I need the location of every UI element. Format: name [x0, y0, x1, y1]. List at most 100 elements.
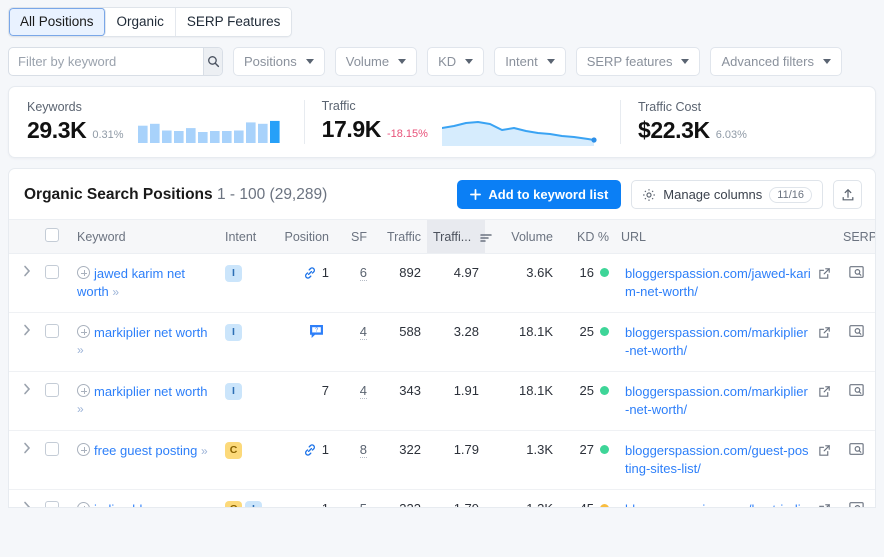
cell-sf[interactable]: 6 [335, 254, 373, 313]
row-select[interactable] [39, 490, 71, 509]
row-expander[interactable] [9, 254, 39, 313]
cell-sf[interactable]: 5 [335, 490, 373, 509]
cell-keyword[interactable]: jawed karim net worth » [71, 254, 219, 313]
row-checkbox[interactable] [45, 324, 59, 338]
col-volume[interactable]: Volume [485, 220, 559, 254]
sf-value[interactable]: 6 [360, 265, 367, 281]
col-traffic-percent[interactable]: Traffi... [427, 220, 485, 254]
double-chevron-icon[interactable]: » [186, 503, 192, 508]
serp-preview-icon[interactable] [849, 324, 876, 338]
table-row[interactable]: jawed karim net worth »I168924.973.6K16b… [9, 254, 876, 313]
serp-preview-icon[interactable] [849, 383, 876, 397]
row-expander[interactable] [9, 313, 39, 372]
col-serp[interactable]: SERP [837, 220, 876, 254]
cell-url[interactable]: bloggerspassion.com/guest-posting-sites-… [615, 431, 837, 490]
keyword-link[interactable]: indian bloggers [94, 502, 182, 508]
link-icon[interactable] [303, 443, 317, 457]
row-select[interactable] [39, 372, 71, 431]
keyword-link[interactable]: jawed karim net worth [77, 266, 185, 299]
filter-intent[interactable]: Intent [494, 47, 566, 76]
cell-keyword[interactable]: markiplier net worth » [71, 372, 219, 431]
filter-positions[interactable]: Positions [233, 47, 325, 76]
cell-serp[interactable] [837, 372, 876, 431]
double-chevron-icon[interactable]: » [77, 402, 83, 416]
row-select[interactable] [39, 254, 71, 313]
filter-advanced[interactable]: Advanced filters [710, 47, 842, 76]
url-link[interactable]: bloggerspassion.com/jawed-karim-net-wort… [625, 265, 812, 301]
col-intent[interactable]: Intent [219, 220, 275, 254]
external-link-icon[interactable] [818, 444, 831, 457]
url-link[interactable]: bloggerspassion.com/guest-posting-sites-… [625, 442, 812, 478]
row-checkbox[interactable] [45, 265, 59, 279]
col-position[interactable]: Position [275, 220, 335, 254]
row-expander[interactable] [9, 490, 39, 509]
row-expander[interactable] [9, 372, 39, 431]
col-url[interactable]: URL [615, 220, 837, 254]
cell-keyword[interactable]: free guest posting » [71, 431, 219, 490]
cell-serp[interactable] [837, 254, 876, 313]
plus-circle-icon[interactable] [77, 325, 90, 338]
col-traffic[interactable]: Traffic [373, 220, 427, 254]
select-all-checkbox[interactable] [45, 228, 59, 242]
intent-badge-c[interactable]: C [225, 501, 242, 508]
col-kd[interactable]: KD % [559, 220, 615, 254]
intent-badge-c[interactable]: C [225, 442, 242, 459]
plus-circle-icon[interactable] [77, 443, 90, 456]
cell-serp[interactable] [837, 313, 876, 372]
cell-url[interactable]: bloggerspassion.com/markiplier-net-worth… [615, 313, 837, 372]
serp-preview-icon[interactable] [849, 442, 876, 456]
search-icon[interactable] [203, 48, 222, 75]
cell-url[interactable]: bloggerspassion.com/markiplier-net-worth… [615, 372, 837, 431]
row-select[interactable] [39, 431, 71, 490]
external-link-icon[interactable] [818, 503, 831, 508]
intent-badge-i[interactable]: I [245, 501, 262, 508]
table-row[interactable]: markiplier net worth »I?45883.2818.1K25b… [9, 313, 876, 372]
sf-value[interactable]: 5 [360, 501, 367, 508]
tab-organic[interactable]: Organic [106, 8, 176, 36]
external-link-icon[interactable] [818, 326, 831, 339]
double-chevron-icon[interactable]: » [112, 285, 118, 299]
filter-serp-features[interactable]: SERP features [576, 47, 701, 76]
col-keyword[interactable]: Keyword [71, 220, 219, 254]
plus-circle-icon[interactable] [77, 502, 90, 508]
double-chevron-icon[interactable]: » [77, 343, 83, 357]
tab-serp-features[interactable]: SERP Features [176, 8, 292, 36]
cell-sf[interactable]: 4 [335, 372, 373, 431]
col-select-all[interactable] [39, 220, 71, 254]
serp-preview-icon[interactable] [849, 265, 876, 279]
intent-badge-i[interactable]: I [225, 324, 242, 341]
sf-value[interactable]: 8 [360, 442, 367, 458]
search-input[interactable] [9, 48, 203, 75]
double-chevron-icon[interactable]: » [201, 444, 207, 458]
table-row[interactable]: indian bloggers »CI153221.791.3K45blogge… [9, 490, 876, 509]
plus-circle-icon[interactable] [77, 266, 90, 279]
intent-badge-i[interactable]: I [225, 265, 242, 282]
sf-value[interactable]: 4 [360, 383, 367, 399]
link-icon[interactable] [303, 266, 317, 280]
export-icon[interactable] [833, 180, 862, 209]
url-link[interactable]: bloggerspassion.com/best-indian-blogs-to… [625, 501, 812, 508]
plus-circle-icon[interactable] [77, 384, 90, 397]
url-link[interactable]: bloggerspassion.com/markiplier-net-worth… [625, 383, 812, 419]
cell-sf[interactable]: 4 [335, 313, 373, 372]
tab-all-positions[interactable]: All Positions [9, 8, 106, 36]
filter-kd[interactable]: KD [427, 47, 484, 76]
sf-value[interactable]: 4 [360, 324, 367, 340]
sort-desc-icon[interactable] [480, 233, 492, 243]
intent-badge-i[interactable]: I [225, 383, 242, 400]
keyword-link[interactable]: free guest posting [94, 443, 197, 458]
row-checkbox[interactable] [45, 383, 59, 397]
manage-columns-button[interactable]: Manage columns 11/16 [631, 180, 823, 209]
paa-icon[interactable]: ? [309, 324, 324, 339]
external-link-icon[interactable] [818, 267, 831, 280]
table-row[interactable]: markiplier net worth »I743431.9118.1K25b… [9, 372, 876, 431]
cell-url[interactable]: bloggerspassion.com/jawed-karim-net-wort… [615, 254, 837, 313]
cell-serp[interactable] [837, 431, 876, 490]
add-to-keyword-list-button[interactable]: Add to keyword list [457, 180, 621, 209]
col-sf[interactable]: SF [335, 220, 373, 254]
serp-preview-icon[interactable] [849, 501, 876, 508]
row-expander[interactable] [9, 431, 39, 490]
cell-url[interactable]: bloggerspassion.com/best-indian-blogs-to… [615, 490, 837, 509]
cell-keyword[interactable]: indian bloggers » [71, 490, 219, 509]
cell-keyword[interactable]: markiplier net worth » [71, 313, 219, 372]
